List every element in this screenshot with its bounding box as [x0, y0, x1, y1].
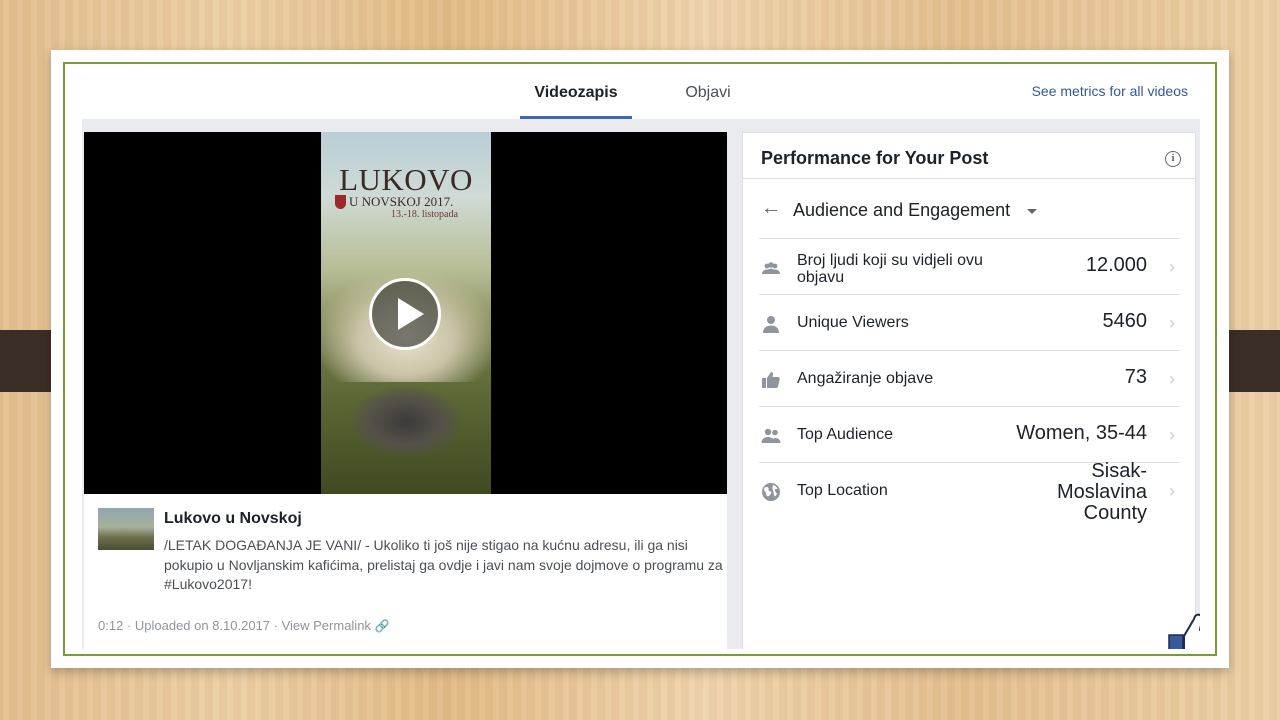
- facebook-video-insights-panel: Videozapis Objavi See metrics for all vi…: [82, 69, 1200, 649]
- see-metrics-link[interactable]: See metrics for all videos: [1032, 83, 1188, 99]
- metric-value: Women, 35-44: [1016, 422, 1147, 444]
- video-meta: 0:12 · Uploaded on 8.10.2017 · View Perm…: [98, 618, 390, 633]
- tab-bar: Videozapis Objavi See metrics for all vi…: [82, 69, 1200, 119]
- metric-value: 73: [1124, 366, 1147, 388]
- poster-subtitle: U NOVSKOJ 2017.: [349, 194, 454, 209]
- poster-title: LUKOVO: [339, 162, 473, 197]
- performance-header: Performance for Your Post i: [743, 133, 1195, 179]
- video-column: LUKOVO U NOVSKOJ 2017. 13.-18. listopada…: [84, 132, 727, 649]
- performance-panel: Performance for Your Post i ← Audience a…: [742, 132, 1196, 649]
- facebook-like-logo-icon: [1168, 613, 1200, 649]
- slide: Videozapis Objavi See metrics for all vi…: [51, 50, 1229, 668]
- video-title[interactable]: Lukovo u Novskoj: [164, 510, 302, 528]
- thumbs-up-icon: [762, 372, 780, 388]
- metric-row-reach[interactable]: Broj ljudi koji su vidjeli ovu objavu 12…: [759, 239, 1179, 295]
- poster-crowd-image: [351, 387, 461, 457]
- chevron-right-icon[interactable]: ›: [1169, 313, 1175, 334]
- chevron-right-icon[interactable]: ›: [1169, 481, 1175, 502]
- person-icon: [763, 316, 779, 333]
- back-arrow-icon[interactable]: ←: [761, 197, 781, 220]
- chevron-right-icon[interactable]: ›: [1169, 369, 1175, 390]
- metric-row-top-location[interactable]: Top Location Sisak-Moslavina County ›: [759, 461, 1179, 524]
- caret-down-icon[interactable]: [1027, 209, 1037, 214]
- metric-label: Unique Viewers: [797, 314, 909, 331]
- video-description: /LETAK DOGAĐANJA JE VANI/ - Ukoliko ti j…: [164, 537, 723, 592]
- poster-dates: 13.-18. listopada: [391, 209, 458, 220]
- metric-value: 12.000: [1085, 254, 1147, 276]
- metric-row-unique-viewers[interactable]: Unique Viewers 5460 ›: [759, 295, 1179, 351]
- audience-icon: [761, 428, 781, 443]
- metric-row-top-audience[interactable]: Top Audience Women, 35-44 ›: [759, 407, 1179, 463]
- performance-title: Performance for Your Post: [761, 148, 989, 168]
- metric-row-engagement[interactable]: Angažiranje objave 73 ›: [759, 351, 1179, 407]
- audience-engagement-selector[interactable]: ← Audience and Engagement: [759, 179, 1179, 239]
- poster-shield-icon: [335, 195, 346, 209]
- tab-videozapis[interactable]: Videozapis: [520, 69, 632, 119]
- link-icon: 🔗: [374, 619, 390, 633]
- metric-label: Broj ljudi koji su vidjeli ovu objavu: [797, 252, 983, 286]
- chevron-right-icon[interactable]: ›: [1169, 425, 1175, 446]
- play-button[interactable]: [369, 278, 441, 350]
- video-meta-text[interactable]: 0:12 · Uploaded on 8.10.2017 · View Perm…: [98, 618, 371, 633]
- globe-icon: [762, 483, 780, 501]
- chevron-right-icon[interactable]: ›: [1169, 257, 1175, 278]
- people-icon: [762, 262, 780, 274]
- audience-engagement-label[interactable]: Audience and Engagement: [793, 200, 1010, 221]
- metric-label: Angažiranje objave: [797, 370, 934, 387]
- metric-value: Sisak-Moslavina County: [1056, 460, 1147, 524]
- video-player[interactable]: LUKOVO U NOVSKOJ 2017. 13.-18. listopada: [84, 132, 727, 494]
- video-thumbnail[interactable]: [98, 508, 154, 550]
- metric-label: Top Audience: [797, 426, 894, 443]
- metric-label: Top Location: [797, 482, 888, 499]
- info-icon[interactable]: i: [1165, 151, 1181, 167]
- metric-value: 5460: [1102, 310, 1148, 332]
- tab-objavi[interactable]: Objavi: [662, 69, 754, 119]
